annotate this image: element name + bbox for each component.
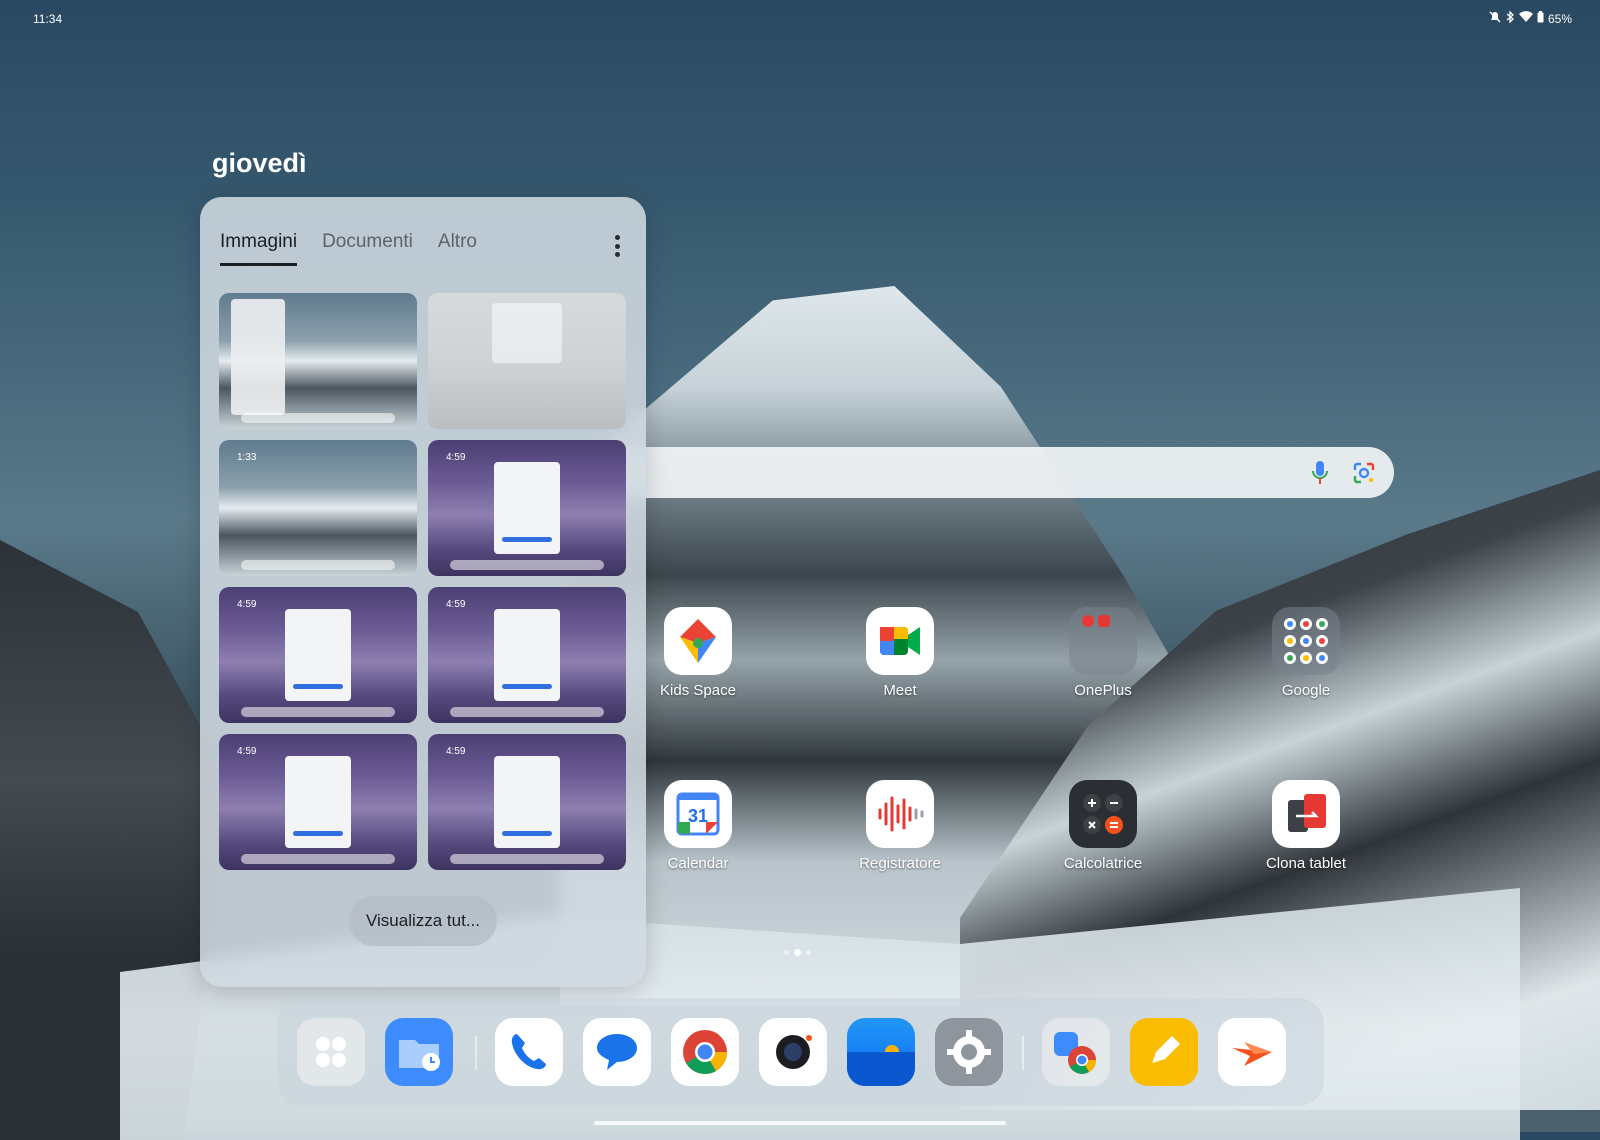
image-thumbnail[interactable]: 4:59 — [428, 440, 626, 576]
dock — [277, 998, 1324, 1106]
recent-chrome-icon[interactable] — [1042, 1018, 1110, 1086]
wallpaper-ridge-left — [0, 540, 230, 1140]
image-thumbnail[interactable]: 4:59 — [219, 734, 417, 870]
panel-tabs: Immagini Documenti Altro — [220, 231, 477, 266]
file-manager-icon[interactable] — [385, 1018, 453, 1086]
more-options-icon[interactable] — [614, 235, 620, 257]
settings-icon[interactable] — [935, 1018, 1003, 1086]
mic-icon[interactable] — [1308, 459, 1332, 487]
calendar-icon: 31 — [664, 780, 732, 848]
image-thumbnail[interactable] — [428, 293, 626, 429]
app-label: Kids Space — [660, 682, 736, 699]
app-meet[interactable]: Meet — [845, 607, 955, 699]
lens-icon[interactable] — [1352, 461, 1376, 485]
status-icons: 65% — [1489, 10, 1572, 26]
date-widget[interactable]: giovedì — [212, 148, 307, 179]
image-thumbnail[interactable]: 4:59 — [219, 587, 417, 723]
wifi-icon — [1518, 11, 1533, 26]
image-thumbnail[interactable]: 4:59 — [428, 734, 626, 870]
thumbnail-time: 4:59 — [237, 746, 257, 757]
app-registratore[interactable]: Registratore — [845, 780, 955, 872]
tab-documenti[interactable]: Documenti — [322, 231, 413, 266]
notes-icon[interactable] — [1130, 1018, 1198, 1086]
calculator-icon — [1069, 780, 1137, 848]
thumbnail-time: 1:33 — [237, 452, 257, 463]
battery-icon — [1537, 11, 1544, 26]
recent-files-panel: Immagini Documenti Altro 1:33 4:59 4:59 … — [200, 197, 646, 987]
page-dot-active — [794, 949, 801, 956]
dock-divider — [475, 1036, 477, 1070]
thumbnail-time: 4:59 — [446, 599, 466, 610]
app-label: Meet — [883, 682, 917, 699]
page-dot — [806, 950, 811, 955]
status-time: 11:34 — [33, 12, 63, 26]
meet-icon — [866, 607, 934, 675]
camera-icon[interactable] — [759, 1018, 827, 1086]
page-indicator — [784, 949, 811, 956]
image-thumbnails: 1:33 4:59 4:59 4:59 4:59 4:59 — [219, 293, 626, 870]
phone-icon[interactable] — [495, 1018, 563, 1086]
page-dot — [784, 950, 789, 955]
clone-icon — [1272, 780, 1340, 848]
google-search-bar[interactable] — [590, 447, 1394, 498]
calendar-day: 31 — [688, 806, 708, 826]
photos-icon[interactable] — [847, 1018, 915, 1086]
thumbnail-time: 4:59 — [446, 746, 466, 757]
image-thumbnail[interactable]: 1:33 — [219, 440, 417, 576]
messages-icon[interactable] — [583, 1018, 651, 1086]
thumbnail-time: 4:59 — [237, 599, 257, 610]
folder-oneplus[interactable]: OnePlus — [1048, 607, 1158, 699]
app-label: Calendar — [667, 855, 729, 872]
home-indicator[interactable] — [594, 1121, 1006, 1125]
app-label: Clona tablet — [1265, 855, 1347, 872]
battery-percent: 65% — [1547, 11, 1572, 26]
dock-divider — [1022, 1036, 1024, 1070]
tab-immagini[interactable]: Immagini — [220, 231, 298, 266]
app-calcolatrice[interactable]: Calcolatrice — [1048, 780, 1158, 872]
swift-icon[interactable] — [1218, 1018, 1286, 1086]
folder-google[interactable]: Google — [1251, 607, 1361, 699]
app-label: OnePlus — [1074, 682, 1132, 699]
image-thumbnail[interactable] — [219, 293, 417, 429]
folder-icon — [1272, 607, 1340, 675]
folder-icon — [1069, 607, 1137, 675]
app-label: Calcolatrice — [1063, 855, 1143, 872]
chrome-icon[interactable] — [671, 1018, 739, 1086]
kids-space-icon — [664, 607, 732, 675]
app-clona-tablet[interactable]: Clona tablet — [1251, 780, 1361, 872]
thumbnail-time: 4:59 — [446, 452, 466, 463]
app-label: Registratore — [859, 855, 941, 872]
image-thumbnail[interactable]: 4:59 — [428, 587, 626, 723]
app-kids-space[interactable]: Kids Space — [643, 607, 753, 699]
mute-icon — [1489, 11, 1501, 26]
app-label: Google — [1281, 682, 1331, 699]
app-drawer-icon[interactable] — [297, 1018, 365, 1086]
app-calendar[interactable]: 31 Calendar — [643, 780, 753, 872]
tab-altro[interactable]: Altro — [438, 231, 477, 266]
view-all-button[interactable]: Visualizza tut... — [349, 896, 497, 946]
recorder-icon — [866, 780, 934, 848]
bluetooth-icon — [1505, 10, 1515, 26]
